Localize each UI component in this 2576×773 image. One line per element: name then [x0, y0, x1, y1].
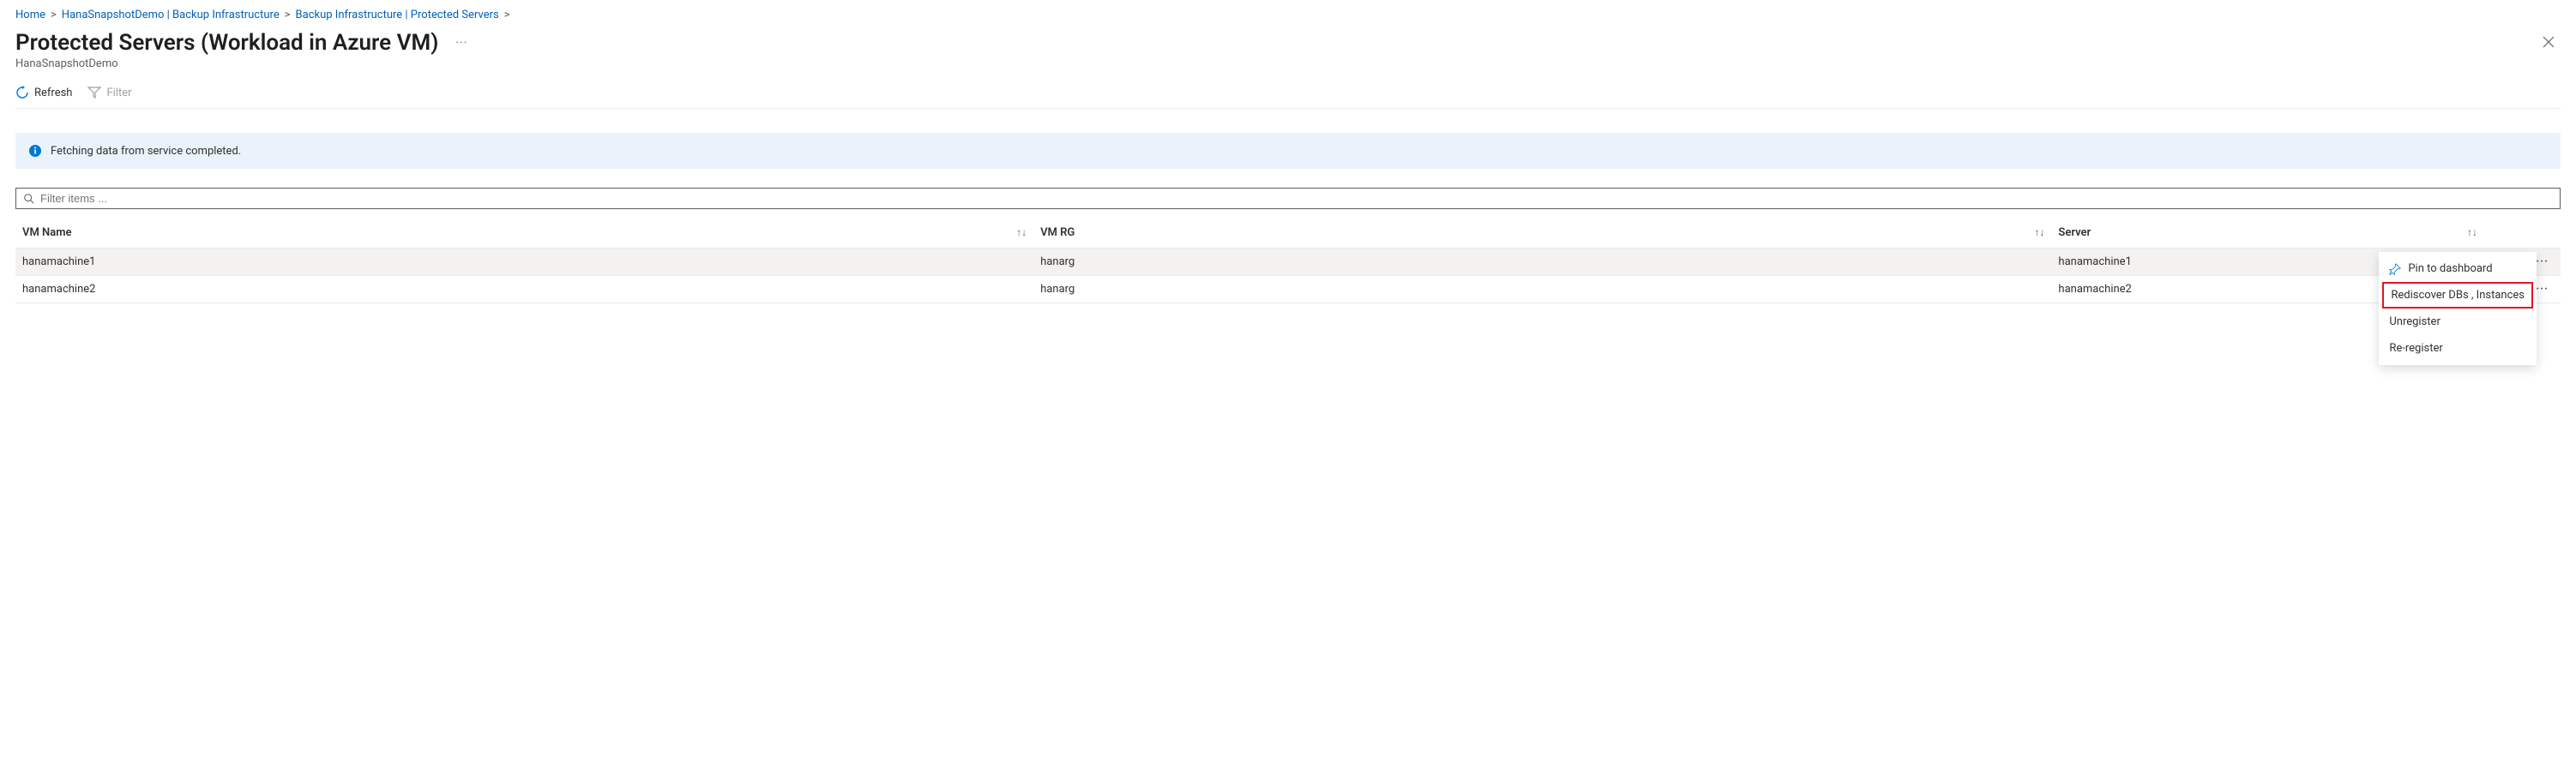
sort-icon[interactable]: ↑↓	[2467, 226, 2477, 238]
menu-item-label: Rediscover DBs , Instances	[2391, 289, 2525, 302]
breadcrumb-separator: >	[285, 9, 291, 21]
menu-item-label: Unregister	[2389, 315, 2441, 328]
menu-item-label: Pin to dashboard	[2408, 262, 2492, 275]
sort-icon[interactable]: ↑↓	[2034, 226, 2044, 238]
breadcrumb-vault[interactable]: HanaSnapshotDemo | Backup Infrastructure	[62, 9, 280, 21]
breadcrumb-separator: >	[504, 9, 510, 21]
row-more-button[interactable]: ···	[2536, 283, 2554, 296]
column-header-server[interactable]: Server ↑↓	[2051, 218, 2484, 249]
toolbar: Refresh Filter	[15, 86, 2561, 109]
sort-icon[interactable]: ↑↓	[1016, 226, 1026, 238]
filter-button[interactable]: Filter	[87, 86, 131, 99]
menu-rediscover-dbs[interactable]: Rediscover DBs , Instances	[2382, 282, 2533, 309]
info-banner-text: Fetching data from service completed.	[51, 145, 241, 158]
menu-re-register[interactable]: Re-register	[2379, 335, 2537, 362]
refresh-label: Refresh	[34, 87, 72, 99]
search-icon	[23, 193, 35, 205]
protected-servers-table: VM Name ↑↓ VM RG ↑↓ Server ↑↓ hanamachin…	[15, 218, 2561, 303]
page-title: Protected Servers (Workload in Azure VM)	[15, 30, 438, 56]
filter-items-input[interactable]	[40, 192, 2553, 205]
page-header: Protected Servers (Workload in Azure VM)…	[15, 30, 2561, 70]
filter-icon	[87, 86, 101, 99]
menu-pin-to-dashboard[interactable]: Pin to dashboard	[2379, 255, 2537, 282]
column-header-vm-name[interactable]: VM Name ↑↓	[15, 218, 1033, 249]
breadcrumb: Home > HanaSnapshotDemo | Backup Infrast…	[15, 9, 2561, 21]
column-header-actions	[2484, 218, 2561, 249]
refresh-icon	[15, 86, 29, 99]
pin-icon	[2389, 263, 2401, 275]
column-header-vm-rg[interactable]: VM RG ↑↓	[1033, 218, 2051, 249]
page-subtitle: HanaSnapshotDemo	[15, 57, 471, 70]
info-icon	[28, 144, 42, 158]
menu-unregister[interactable]: Unregister	[2379, 309, 2537, 335]
table-row[interactable]: hanamachine2 hanarg hanamachine2 ···	[15, 276, 2561, 303]
breadcrumb-separator: >	[51, 9, 57, 21]
breadcrumb-protected-servers[interactable]: Backup Infrastructure | Protected Server…	[296, 9, 499, 21]
column-header-label: VM Name	[22, 226, 72, 239]
title-more-button[interactable]: ···	[452, 33, 471, 53]
row-context-menu: Pin to dashboard Rediscover DBs , Instan…	[2379, 252, 2537, 365]
cell-vm-rg: hanarg	[1033, 249, 2051, 276]
refresh-button[interactable]: Refresh	[15, 86, 72, 99]
close-icon	[2542, 35, 2555, 49]
info-banner: Fetching data from service completed.	[15, 133, 2561, 169]
cell-vm-name: hanamachine1	[15, 249, 1033, 276]
breadcrumb-home[interactable]: Home	[15, 9, 45, 21]
cell-vm-name: hanamachine2	[15, 276, 1033, 303]
column-header-label: Server	[2058, 226, 2091, 239]
menu-item-label: Re-register	[2389, 342, 2442, 355]
row-more-button[interactable]: ···	[2536, 255, 2554, 268]
filter-items-wrap[interactable]	[15, 188, 2561, 209]
table-row[interactable]: hanamachine1 hanarg hanamachine1 ···	[15, 249, 2561, 276]
column-header-label: VM RG	[1040, 226, 1074, 239]
cell-vm-rg: hanarg	[1033, 276, 2051, 303]
close-button[interactable]	[2537, 30, 2561, 57]
filter-label: Filter	[106, 87, 131, 99]
